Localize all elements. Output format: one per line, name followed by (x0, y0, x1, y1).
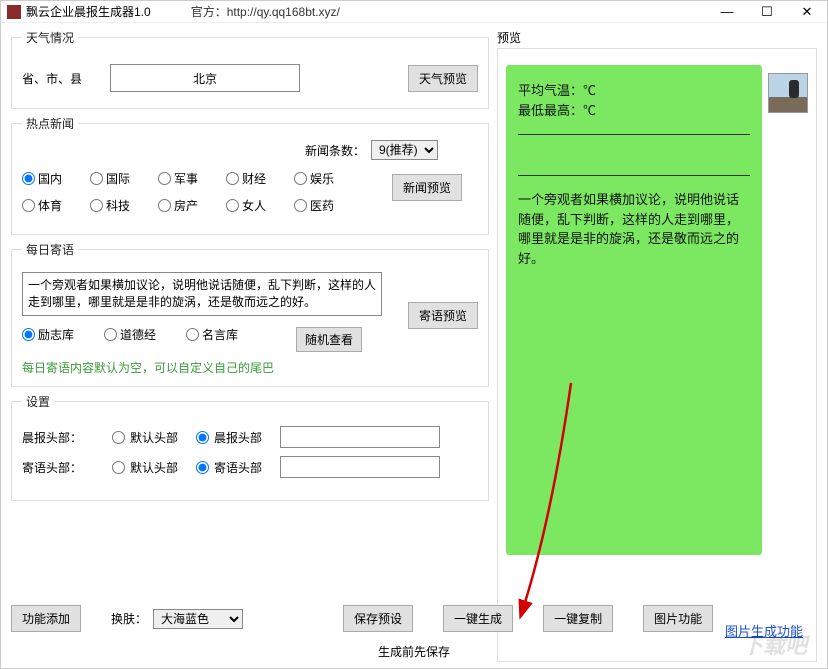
settings-legend: 设置 (22, 393, 54, 410)
morning-custom-radio[interactable]: 晨报头部 (196, 429, 262, 446)
avatar (768, 73, 808, 113)
close-button[interactable]: ✕ (787, 4, 827, 20)
jiyuhead-label: 寄语头部： (22, 459, 94, 476)
save-preset-button[interactable]: 保存预设 (343, 605, 413, 632)
official-url: 官方：http://qy.qq168bt.xyz/ (191, 3, 340, 20)
jiyu-group: 每日寄语 励志库道德经名言库 随机查看 寄语预览 每日寄语内容默认为空，可以自定… (11, 241, 489, 387)
news-category-国际[interactable]: 国际 (90, 170, 158, 187)
jiyu-preview-button[interactable]: 寄语预览 (408, 302, 478, 329)
news-count-select[interactable]: 9(推荐) (371, 140, 438, 160)
window-controls: — ☐ ✕ (707, 4, 827, 20)
skin-select[interactable]: 大海蓝色 (153, 609, 243, 629)
preview-quote: 一个旁观者如果横加议论，说明他说话随便，乱下判断，这样的人走到哪里，哪里就是是非… (518, 190, 750, 268)
jiyu-textarea[interactable] (22, 272, 382, 316)
preview-divider-1 (518, 134, 750, 135)
news-preview-button[interactable]: 新闻预览 (392, 174, 462, 201)
jiyu-source-名言库[interactable]: 名言库 (186, 326, 268, 343)
news-legend: 热点新闻 (22, 115, 78, 132)
image-function-button[interactable]: 图片功能 (643, 605, 713, 632)
left-column: 天气情况 省、市、县 天气预览 热点新闻 新闻条数： 9(推荐) (11, 29, 489, 662)
news-category-娱乐[interactable]: 娱乐 (294, 170, 362, 187)
news-category-国内[interactable]: 国内 (22, 170, 90, 187)
news-categories: 国内国际军事财经娱乐体育科技房产女人医药 (22, 170, 392, 224)
location-input[interactable] (110, 64, 300, 92)
jiyuhead-custom-radio[interactable]: 寄语头部 (196, 459, 262, 476)
minimize-button[interactable]: — (707, 4, 747, 20)
news-category-科技[interactable]: 科技 (90, 197, 158, 214)
copy-button[interactable]: 一键复制 (543, 605, 613, 632)
news-category-女人[interactable]: 女人 (226, 197, 294, 214)
right-column: 预览 平均气温：℃ 最低最高：℃ 一个旁观者如果横加议论，说明他说话随便，乱下判… (497, 29, 817, 662)
jiyu-source-道德经[interactable]: 道德经 (104, 326, 186, 343)
titlebar: 飘云企业晨报生成器1.0 官方：http://qy.qq168bt.xyz/ —… (1, 1, 827, 23)
weather-legend: 天气情况 (22, 29, 78, 46)
jiyu-source-励志库[interactable]: 励志库 (22, 326, 104, 343)
location-label: 省、市、县 (22, 70, 102, 87)
news-category-军事[interactable]: 军事 (158, 170, 226, 187)
add-function-button[interactable]: 功能添加 (11, 605, 81, 632)
preview-divider-2 (518, 175, 750, 176)
news-category-医药[interactable]: 医药 (294, 197, 362, 214)
skin-label: 换肤： (111, 610, 147, 627)
app-icon (7, 5, 21, 19)
save-hint: 生成前先保存 (378, 643, 450, 660)
weather-group: 天气情况 省、市、县 天气预览 (11, 29, 489, 109)
morning-input[interactable] (280, 426, 440, 448)
jiyuhead-input[interactable] (280, 456, 440, 478)
news-category-体育[interactable]: 体育 (22, 197, 90, 214)
app-window: 飘云企业晨报生成器1.0 官方：http://qy.qq168bt.xyz/ —… (0, 0, 828, 669)
app-body: 天气情况 省、市、县 天气预览 热点新闻 新闻条数： 9(推荐) (1, 23, 827, 668)
jiyu-sources: 励志库道德经名言库 (22, 326, 282, 353)
preview-legend: 预览 (497, 29, 817, 46)
generate-button[interactable]: 一键生成 (443, 605, 513, 632)
preview-box: 平均气温：℃ 最低最高：℃ 一个旁观者如果横加议论，说明他说话随便，乱下判断，这… (497, 48, 817, 662)
news-group: 热点新闻 新闻条数： 9(推荐) 国内国际军事财经娱乐体育科技房产女人医药 新闻… (11, 115, 489, 235)
morning-label: 晨报头部： (22, 429, 94, 446)
jiyuhead-default-radio[interactable]: 默认头部 (112, 459, 178, 476)
news-category-房产[interactable]: 房产 (158, 197, 226, 214)
news-count-label: 新闻条数： (305, 142, 365, 159)
chat-bubble: 平均气温：℃ 最低最高：℃ 一个旁观者如果横加议论，说明他说话随便，乱下判断，这… (506, 65, 762, 555)
morning-default-radio[interactable]: 默认头部 (112, 429, 178, 446)
jiyu-legend: 每日寄语 (22, 241, 78, 258)
maximize-button[interactable]: ☐ (747, 4, 787, 20)
weather-preview-button[interactable]: 天气预览 (408, 65, 478, 92)
settings-group: 设置 晨报头部： 默认头部 晨报头部 寄语头部： 默认头部 寄语头部 (11, 393, 489, 501)
jiyu-hint: 每日寄语内容默认为空，可以自定义自己的尾巴 (22, 359, 478, 376)
preview-temp-range: 最低最高：℃ (518, 101, 750, 121)
jiyu-random-button[interactable]: 随机查看 (296, 327, 362, 352)
app-title: 飘云企业晨报生成器1.0 (26, 3, 151, 20)
news-category-财经[interactable]: 财经 (226, 170, 294, 187)
preview-temp-avg: 平均气温：℃ (518, 81, 750, 101)
image-gen-link[interactable]: 图片生成功能 (725, 621, 803, 640)
bottom-bar: 功能添加 换肤： 大海蓝色 保存预设 一键生成 一键复制 图片功能 (11, 605, 817, 632)
